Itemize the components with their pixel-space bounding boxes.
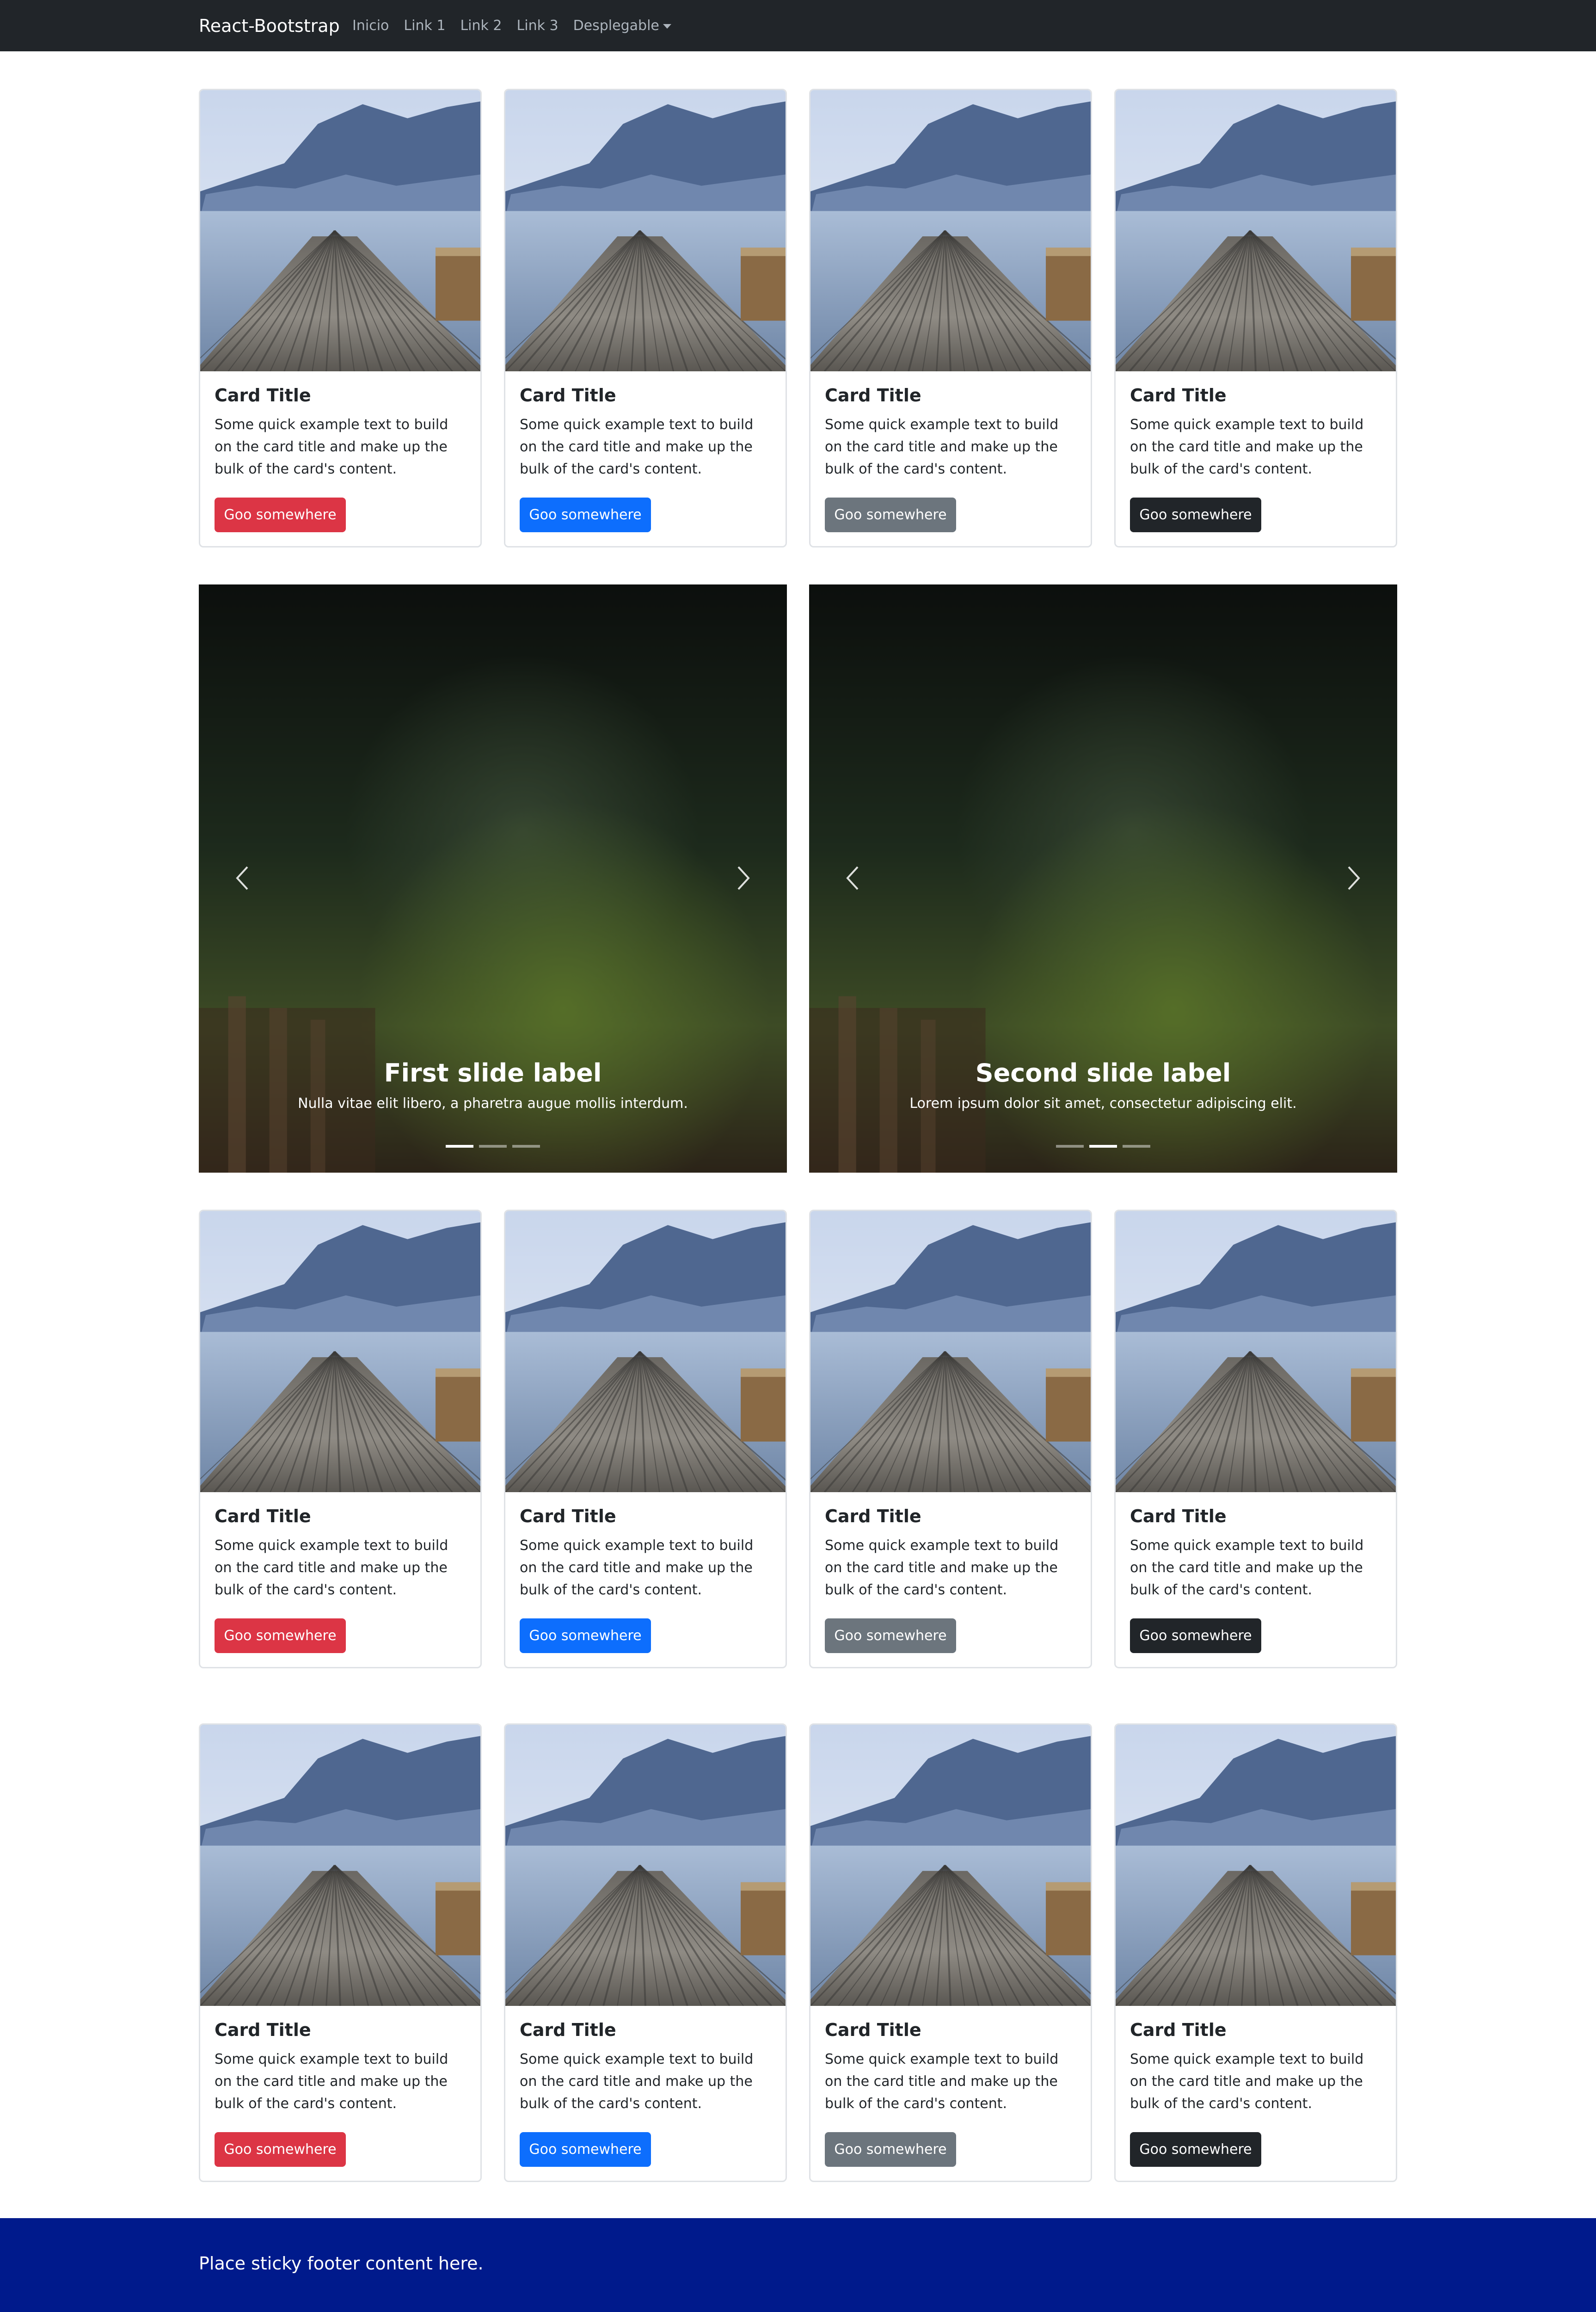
footer: Place sticky footer content here.	[0, 2218, 1596, 2312]
carousel-indicator[interactable]	[512, 1145, 540, 1148]
nav-links: Inicio Link 1 Link 2 Link 3 Desplegable	[352, 16, 671, 36]
card-secondary-button[interactable]: Goo somewhere	[825, 1618, 956, 1653]
nav-link-3[interactable]: Link 3	[517, 16, 559, 36]
card-danger-button[interactable]: Goo somewhere	[215, 2132, 346, 2167]
card-secondary-button[interactable]: Goo somewhere	[825, 498, 956, 532]
card: Card Title Some quick example text to bui…	[1114, 89, 1397, 547]
card: Card Title Some quick example text to bui…	[809, 1723, 1092, 2182]
carousel-prev-button[interactable]	[222, 853, 264, 904]
chevron-left-icon	[846, 866, 859, 890]
card: Card Title Some quick example text to bui…	[504, 1723, 787, 2182]
card-danger-button[interactable]: Goo somewhere	[215, 1618, 346, 1653]
nav-dropdown-toggle[interactable]: Desplegable	[573, 16, 671, 36]
card-dark-button[interactable]: Goo somewhere	[1130, 498, 1261, 532]
card-dark-button[interactable]: Goo somewhere	[1130, 1618, 1261, 1653]
nav-dropdown-label: Desplegable	[573, 18, 659, 34]
card-title: Card Title	[825, 2020, 921, 2040]
card-title: Card Title	[215, 1506, 311, 1526]
carousel-2: Second slide label Lorem ipsum dolor sit …	[809, 584, 1397, 1173]
carousel-caption-text: Nulla vitae elit libero, a pharetra augu…	[298, 1095, 688, 1112]
carousel-indicator[interactable]	[1089, 1145, 1117, 1148]
card-secondary-button[interactable]: Goo somewhere	[825, 2132, 956, 2167]
card: Card Title Some quick example text to bui…	[504, 1210, 787, 1668]
card-image	[810, 1725, 1091, 2006]
card-title: Card Title	[1130, 2020, 1227, 2040]
card-text: Some quick example text to build on the …	[1130, 417, 1364, 477]
card-title: Card Title	[1130, 1506, 1227, 1526]
carousel-caption-title: First slide label	[384, 1058, 602, 1088]
card-row-3: Card Title Some quick example text to bui…	[199, 1723, 1397, 2182]
card-title: Card Title	[825, 385, 921, 406]
card-text: Some quick example text to build on the …	[215, 417, 448, 477]
carousel-indicators	[809, 1145, 1397, 1148]
card: Card Title Some quick example text to bui…	[1114, 1723, 1397, 2182]
card-text: Some quick example text to build on the …	[520, 1537, 754, 1598]
card: Card Title Some quick example text to bui…	[809, 89, 1092, 547]
carousel-next-button[interactable]	[1332, 853, 1374, 904]
carousel-caption-title: Second slide label	[975, 1058, 1231, 1088]
card-text: Some quick example text to build on the …	[1130, 1537, 1364, 1598]
card: Card Title Some quick example text to bui…	[199, 1723, 482, 2182]
nav-link-2[interactable]: Link 2	[460, 16, 502, 36]
card-image	[810, 90, 1091, 371]
card-title: Card Title	[215, 385, 311, 406]
card-title: Card Title	[825, 1506, 921, 1526]
card-image	[505, 1211, 786, 1492]
carousel-1: First slide label Nulla vitae elit libero…	[199, 584, 787, 1173]
card-row-1: Card Title Some quick example text to bui…	[199, 89, 1397, 547]
card-text: Some quick example text to build on the …	[825, 2051, 1059, 2112]
card-primary-button[interactable]: Goo somewhere	[520, 1618, 651, 1653]
navbar-brand[interactable]: React-Bootstrap	[199, 14, 340, 38]
navbar: React-Bootstrap Inicio Link 1 Link 2 Lin…	[0, 0, 1596, 51]
carousel-indicator[interactable]	[1056, 1145, 1084, 1148]
card: Card Title Some quick example text to bui…	[1114, 1210, 1397, 1668]
card-title: Card Title	[1130, 385, 1227, 406]
card-text: Some quick example text to build on the …	[1130, 2051, 1364, 2112]
card-dark-button[interactable]: Goo somewhere	[1130, 2132, 1261, 2167]
card-title: Card Title	[215, 2020, 311, 2040]
card: Card Title Some quick example text to bui…	[504, 89, 787, 547]
card-image	[200, 1211, 480, 1492]
card-image	[1116, 1211, 1396, 1492]
card-text: Some quick example text to build on the …	[825, 1537, 1059, 1598]
carousel-caption-text: Lorem ipsum dolor sit amet, consectetur …	[909, 1095, 1297, 1112]
card-image	[810, 1211, 1091, 1492]
card-image	[200, 1725, 480, 2006]
card-image	[505, 1725, 786, 2006]
card-title: Card Title	[520, 2020, 616, 2040]
card: Card Title Some quick example text to bui…	[199, 1210, 482, 1668]
nav-link-inicio[interactable]: Inicio	[352, 16, 389, 36]
carousel-prev-button[interactable]	[832, 853, 874, 904]
card-image	[200, 90, 480, 371]
card-image	[1116, 1725, 1396, 2006]
carousel-indicators	[199, 1145, 787, 1148]
chevron-right-icon	[737, 866, 750, 890]
card-text: Some quick example text to build on the …	[215, 1537, 448, 1598]
caret-down-icon	[663, 24, 671, 29]
card-image	[505, 90, 786, 371]
carousel-indicator[interactable]	[446, 1145, 473, 1148]
chevron-left-icon	[236, 866, 248, 890]
card-primary-button[interactable]: Goo somewhere	[520, 498, 651, 532]
card-image	[1116, 90, 1396, 371]
card-primary-button[interactable]: Goo somewhere	[520, 2132, 651, 2167]
footer-text: Place sticky footer content here.	[199, 2253, 484, 2274]
chevron-right-icon	[1348, 866, 1360, 890]
card-title: Card Title	[520, 1506, 616, 1526]
card: Card Title Some quick example text to bui…	[199, 89, 482, 547]
card-title: Card Title	[520, 385, 616, 406]
card-row-2: Card Title Some quick example text to bui…	[199, 1210, 1397, 1668]
carousel-indicator[interactable]	[479, 1145, 507, 1148]
card-text: Some quick example text to build on the …	[825, 417, 1059, 477]
nav-link-1[interactable]: Link 1	[404, 16, 445, 36]
carousel-indicator[interactable]	[1123, 1145, 1150, 1148]
card-text: Some quick example text to build on the …	[520, 2051, 754, 2112]
card-text: Some quick example text to build on the …	[215, 2051, 448, 2112]
carousel-next-button[interactable]	[722, 853, 764, 904]
card: Card Title Some quick example text to bui…	[809, 1210, 1092, 1668]
card-text: Some quick example text to build on the …	[520, 417, 754, 477]
card-danger-button[interactable]: Goo somewhere	[215, 498, 346, 532]
